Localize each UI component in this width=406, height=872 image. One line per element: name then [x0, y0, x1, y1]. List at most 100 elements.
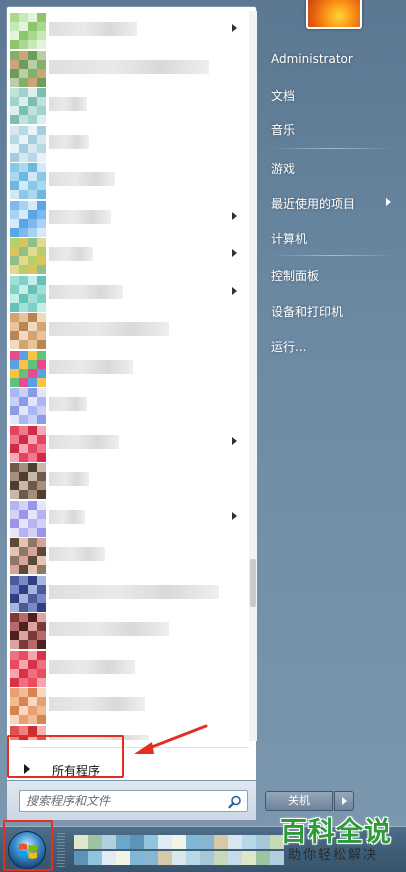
taskbar-app-icon-blurred: [214, 835, 228, 849]
program-item[interactable]: [7, 349, 247, 387]
taskbar-app-icon-blurred: [242, 835, 256, 849]
program-label-blurred: [49, 359, 133, 374]
taskbar-app-icon-blurred: [116, 835, 130, 849]
program-icon: [10, 200, 46, 237]
program-label-blurred: [49, 697, 145, 711]
program-label-blurred: [49, 59, 209, 74]
right-pane-item-3[interactable]: 游戏: [265, 153, 400, 181]
taskbar-app-icon-blurred: [186, 835, 200, 849]
right-pane-item-label: 计算机: [271, 232, 308, 246]
taskbar-app-icon-blurred: [116, 851, 130, 865]
program-label-blurred: [49, 509, 85, 524]
taskbar-app-icon-blurred: [130, 835, 144, 849]
right-pane-item-2[interactable]: 音乐: [265, 114, 400, 142]
highlight-box-all-programs: [7, 735, 124, 778]
right-pane-item-4[interactable]: 最近使用的项目: [265, 188, 400, 216]
program-item[interactable]: [7, 236, 247, 274]
submenu-arrow-icon: [386, 198, 391, 206]
program-icon: [10, 613, 46, 649]
right-pane-item-label: 运行...: [271, 340, 307, 354]
taskbar-pinned-items[interactable]: [74, 833, 284, 867]
submenu-arrow-icon: [232, 24, 237, 32]
program-label-blurred: [49, 22, 137, 36]
search-input[interactable]: [26, 793, 216, 809]
program-item[interactable]: [7, 49, 247, 87]
taskbar-app-icon-blurred: [172, 851, 186, 865]
program-label-blurred: [49, 247, 93, 261]
program-label-blurred: [49, 659, 135, 674]
taskbar-app-icon-blurred: [102, 835, 116, 849]
program-item[interactable]: [7, 611, 247, 649]
taskbar-app-icon-blurred: [74, 835, 88, 849]
program-label-blurred: [49, 584, 219, 599]
program-item[interactable]: [7, 686, 247, 724]
program-icon: [10, 238, 46, 274]
program-label-blurred: [49, 209, 111, 224]
taskbar-app-icon-blurred: [228, 835, 242, 849]
program-icon: [10, 88, 46, 124]
right-pane-item-7[interactable]: 设备和打印机: [265, 296, 400, 324]
program-icon: [10, 463, 46, 499]
scrollbar-thumb[interactable]: [250, 559, 256, 607]
program-label-blurred: [49, 434, 119, 449]
taskbar-app-icon-blurred: [158, 851, 172, 865]
program-item[interactable]: [7, 536, 247, 574]
right-pane-item-label: Administrator: [271, 52, 353, 66]
program-list-scrollbar[interactable]: [249, 11, 257, 741]
program-item[interactable]: [7, 424, 247, 462]
program-item[interactable]: [7, 161, 247, 199]
program-item[interactable]: [7, 461, 247, 499]
right-pane-item-label: 游戏: [271, 162, 296, 176]
program-icon: [10, 13, 46, 49]
taskbar-app-icon-blurred: [130, 851, 144, 865]
program-label-blurred: [49, 547, 105, 561]
program-icon: [10, 50, 46, 87]
right-pane-item-6[interactable]: 控制面板: [265, 260, 400, 288]
highlight-box-start: [3, 820, 53, 871]
taskbar-app-icon-blurred: [256, 835, 270, 849]
program-icon: [10, 500, 46, 537]
taskbar-app-icon-blurred: [172, 835, 186, 849]
taskbar-app-icon-blurred: [256, 851, 270, 865]
taskbar-app-icon-blurred: [228, 851, 242, 865]
program-label-blurred: [49, 172, 115, 186]
watermark-subtitle: 助你轻松解决: [288, 848, 379, 863]
program-item[interactable]: [7, 86, 247, 124]
program-item[interactable]: [7, 124, 247, 162]
program-item[interactable]: [7, 649, 247, 687]
taskbar-app-icon-blurred: [74, 851, 88, 865]
taskbar-app-icon-blurred: [158, 835, 172, 849]
submenu-arrow-icon: [232, 286, 237, 295]
program-item[interactable]: [7, 274, 247, 312]
right-pane-item-0[interactable]: Administrator: [265, 45, 400, 73]
right-pane-item-label: 控制面板: [271, 269, 320, 283]
search-bar-area: [6, 781, 257, 821]
program-label-blurred: [49, 397, 87, 411]
right-pane-item-1[interactable]: 文档: [265, 80, 400, 108]
program-icon: [10, 125, 46, 162]
program-item[interactable]: [7, 499, 247, 537]
program-label-blurred: [49, 472, 89, 486]
right-pane-item-8[interactable]: 运行...: [265, 331, 400, 359]
program-item[interactable]: [7, 11, 247, 49]
taskbar-app-icon-blurred: [200, 835, 214, 849]
program-item[interactable]: [7, 311, 247, 349]
taskbar-app-icon-blurred: [102, 851, 116, 865]
program-icon: [10, 313, 46, 349]
submenu-arrow-icon: [232, 436, 237, 445]
user-picture[interactable]: [306, 0, 362, 29]
program-label-blurred: [49, 322, 169, 336]
search-icon[interactable]: [227, 794, 243, 810]
taskbar-app-icon-blurred: [88, 835, 102, 849]
program-item[interactable]: [7, 574, 247, 612]
taskbar-app-icon-blurred: [88, 851, 102, 865]
programs-pane: 所有程序: [6, 6, 257, 781]
program-item[interactable]: [7, 199, 247, 237]
program-icon: [10, 538, 46, 574]
search-box[interactable]: [19, 790, 248, 812]
taskbar-app-icon-blurred: [214, 851, 228, 865]
program-item[interactable]: [7, 386, 247, 424]
program-icon: [10, 688, 46, 724]
right-pane-item-5[interactable]: 计算机: [265, 223, 400, 251]
right-pane-separator: [270, 148, 395, 149]
